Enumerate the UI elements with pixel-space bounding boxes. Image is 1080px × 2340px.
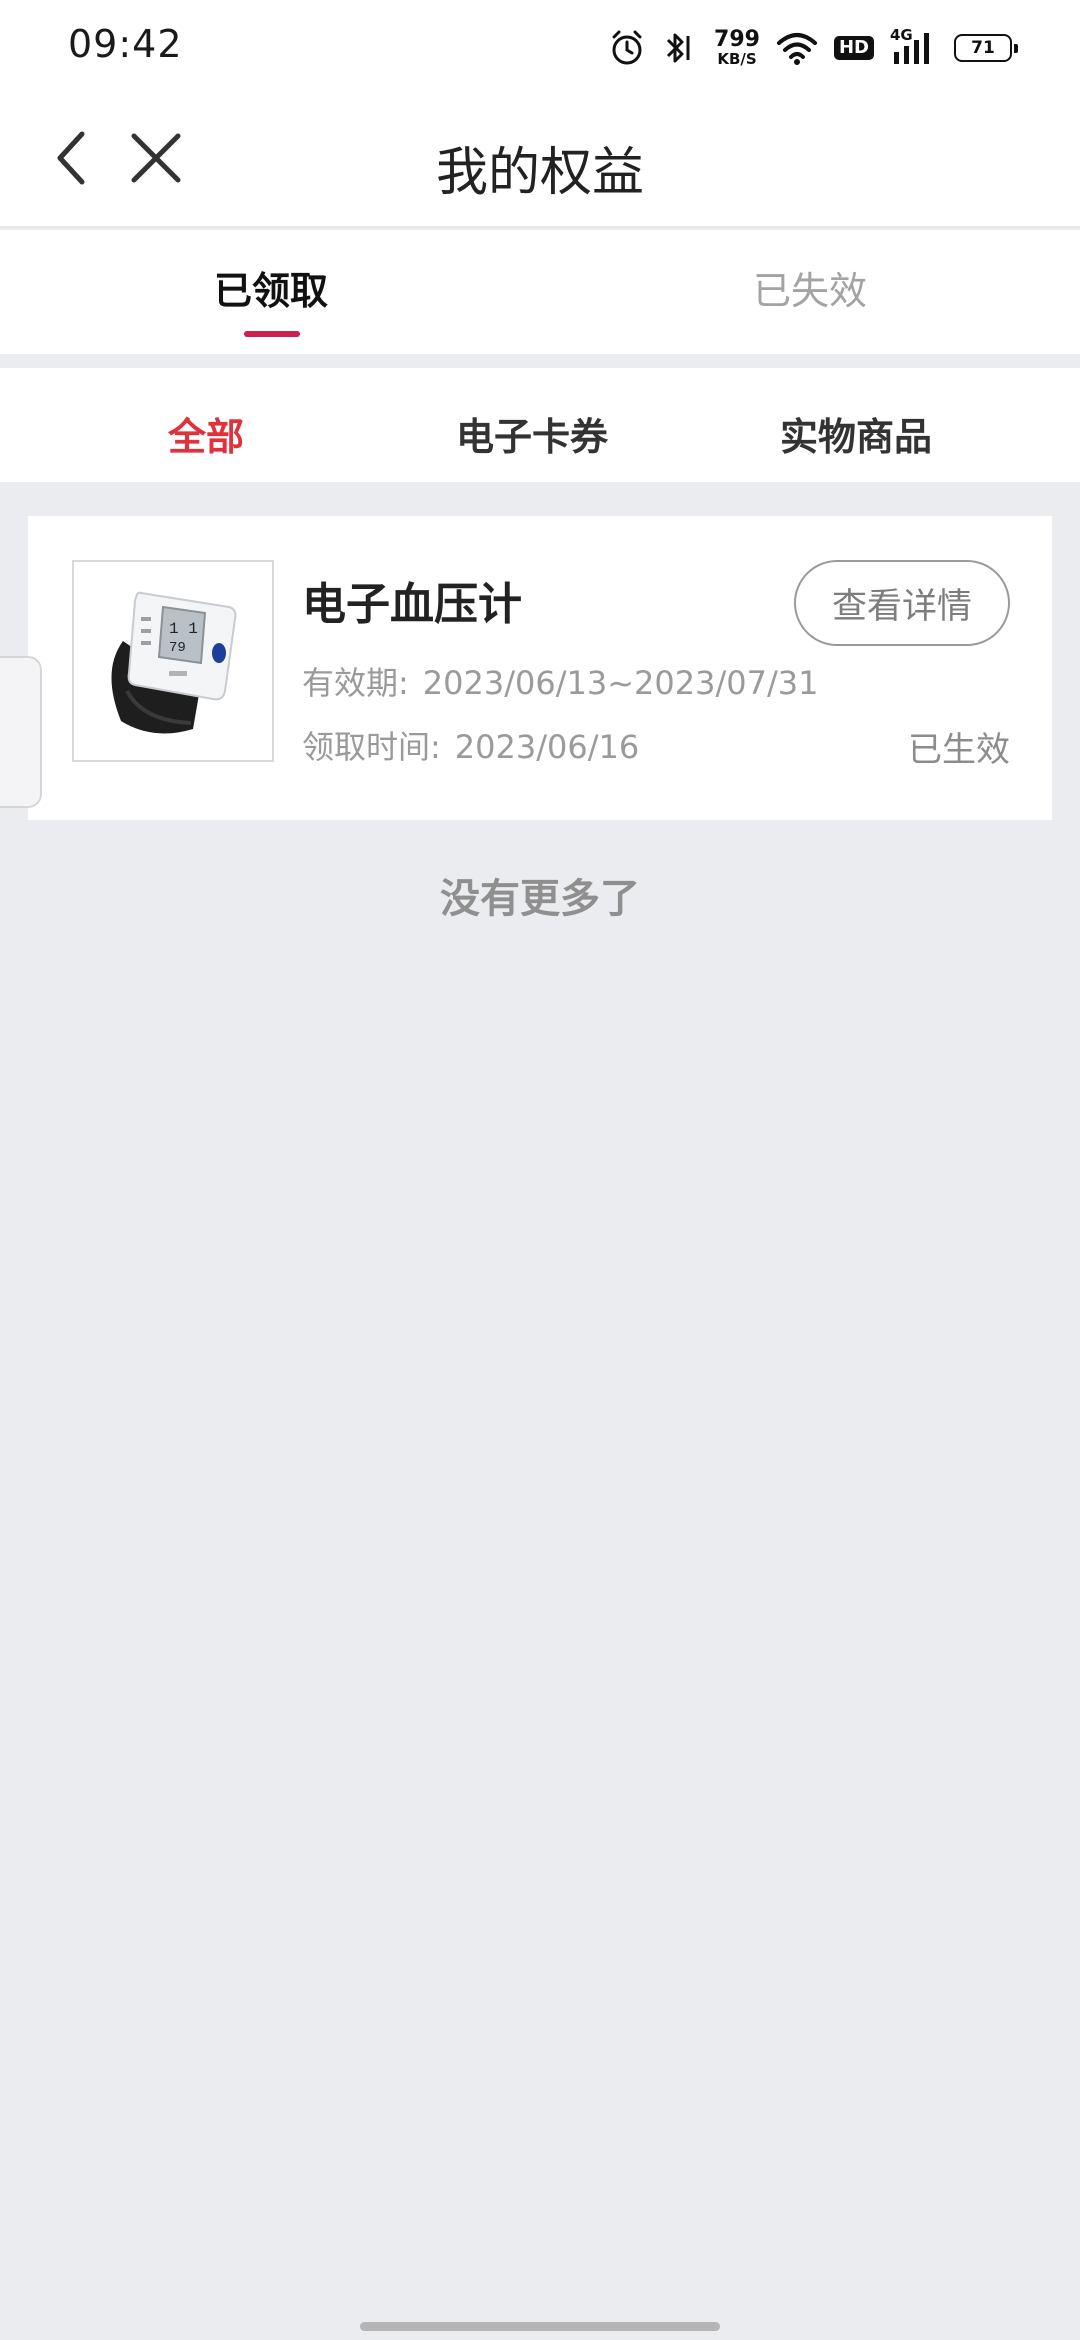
subtab-all[interactable]: 全部 (66, 406, 346, 461)
wifi-icon (776, 26, 818, 70)
title-bar: 我的权益 (0, 96, 1080, 228)
svg-text:79: 79 (169, 640, 186, 656)
product-thumbnail: 1 1 79 (72, 560, 274, 762)
claim-time-row: 领取时间: 2023/06/16 (302, 722, 639, 768)
bluetooth-icon (660, 26, 698, 70)
hd-label: HD (833, 36, 874, 60)
battery-icon: 71 (954, 26, 1018, 70)
claim-time-value: 2023/06/16 (454, 728, 640, 766)
floating-edge-handle[interactable] (0, 656, 42, 808)
end-of-list-text: 没有更多了 (440, 876, 640, 922)
view-details-button[interactable]: 查看详情 (794, 560, 1010, 646)
subtab-e-coupons[interactable]: 电子卡券 (392, 406, 672, 461)
status-icons: 799 KB/S HD 4G 71 (610, 26, 1018, 70)
claim-time-label: 领取时间: (302, 728, 441, 766)
category-tabs: 全部 电子卡券 实物商品 (0, 368, 1080, 482)
battery-level: 71 (971, 38, 995, 58)
net-speed-unit: KB/S (717, 50, 757, 68)
benefit-card[interactable]: 1 1 79 电子血压计 查看详情 有效期: 2023/06/13~2023/07… (28, 516, 1052, 820)
tab-expired[interactable]: 已失效 (660, 260, 960, 315)
primary-tabs: 已领取 已失效 (0, 230, 1080, 354)
status-badge: 已生效 (908, 730, 1010, 770)
status-bar: 09:42 799 KB/S HD 4G 71 (0, 0, 1080, 96)
validity-row: 有效期: 2023/06/13~2023/07/31 (302, 658, 818, 704)
page: 09:42 799 KB/S HD 4G 71 我的权益 已领取 已失效 全部 … (0, 0, 1080, 2340)
svg-text:1 1: 1 1 (169, 620, 198, 638)
tab-received[interactable]: 已领取 (121, 260, 421, 315)
validity-label: 有效期: (302, 664, 409, 702)
subtab-physical-goods[interactable]: 实物商品 (716, 406, 996, 461)
home-indicator[interactable] (360, 2322, 720, 2331)
blood-pressure-monitor-image: 1 1 79 (111, 591, 237, 734)
net-speed-value: 799 (714, 27, 760, 52)
hd-icon: HD (833, 26, 874, 70)
alarm-icon (610, 26, 644, 70)
status-time: 09:42 (68, 22, 183, 66)
signal-icon: 4G (890, 26, 938, 70)
active-tab-indicator (244, 331, 300, 337)
network-speed: 799 KB/S (714, 26, 760, 70)
item-name: 电子血压计 (302, 579, 522, 630)
page-title: 我的权益 (435, 143, 644, 203)
validity-value: 2023/06/13~2023/07/31 (422, 664, 819, 702)
